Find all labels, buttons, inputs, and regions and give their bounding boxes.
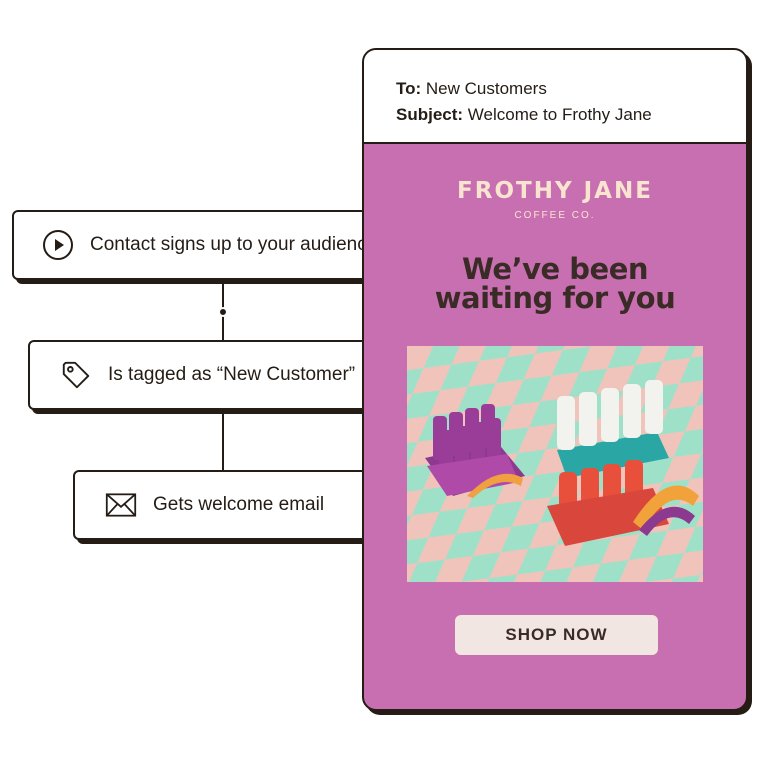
email-subject-row: Subject: Welcome to Frothy Jane <box>396 102 746 128</box>
play-circle-icon <box>42 229 74 261</box>
subject-label: Subject: <box>396 105 464 124</box>
step-label: Gets welcome email <box>153 494 325 515</box>
to-value: New Customers <box>425 79 547 98</box>
headline-line-1: We’ve been <box>461 252 649 286</box>
connector-dot <box>218 307 228 317</box>
workflow-connector <box>222 410 224 470</box>
step-label: Is tagged as “New Customer” <box>108 364 356 385</box>
shop-now-button[interactable]: SHOP NOW <box>455 615 658 655</box>
subject-value: Welcome to Frothy Jane <box>467 105 652 124</box>
email-headline: We’ve been waiting for you <box>364 255 746 313</box>
workflow-step-email[interactable]: Gets welcome email <box>73 470 375 540</box>
product-image <box>407 346 703 582</box>
email-preview: To: New Customers Subject: Welcome to Fr… <box>362 48 748 711</box>
workflow-step-tag[interactable]: Is tagged as “New Customer” <box>28 340 418 410</box>
to-label: To: <box>396 79 422 98</box>
brand-sub: COFFEE CO. <box>514 210 596 221</box>
brand-name: FROTHY JANE <box>457 178 653 204</box>
brand-logo: FROTHY JANE COFFEE CO. <box>364 178 746 221</box>
email-to-row: To: New Customers <box>396 76 746 102</box>
tag-icon <box>60 359 92 391</box>
step-label: Contact signs up to your audience <box>90 234 378 255</box>
headline-line-2: waiting for you <box>434 281 676 315</box>
envelope-icon <box>105 489 137 521</box>
email-header: To: New Customers Subject: Welcome to Fr… <box>364 50 746 144</box>
